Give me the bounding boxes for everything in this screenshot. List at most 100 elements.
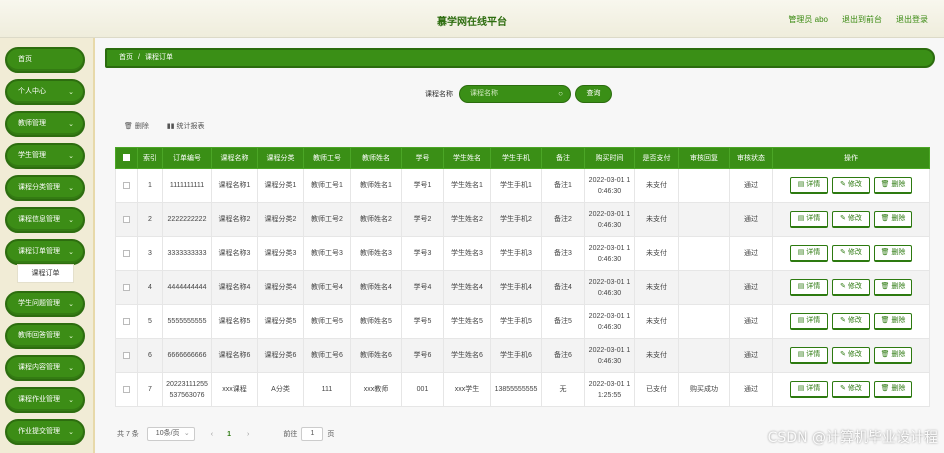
detail-button[interactable]: ▤ 详情 [790, 279, 828, 296]
delete-icon: 🗑 [880, 283, 892, 290]
breadcrumb-separator: / [138, 54, 140, 61]
sidebar-item-0[interactable]: 首页 [5, 47, 85, 73]
sidebar-item-label: 课程内容管理 [18, 364, 60, 371]
detail-button[interactable]: ▤ 详情 [790, 347, 828, 364]
column-header-0[interactable] [115, 147, 138, 169]
edit-button[interactable]: ✎ 修改 [832, 279, 870, 296]
delete-button[interactable]: 🗑 删除 [874, 211, 912, 228]
delete-button-label: 删除 [891, 385, 906, 392]
cell-teacher: 教师姓名2 [350, 202, 402, 237]
column-header-5: 教师工号 [303, 147, 351, 169]
cell-teacher-no: 111 [303, 372, 351, 407]
detail-button-label: 详情 [806, 351, 821, 358]
sidebar-item-6[interactable]: 课程订单管理 ⌄ [5, 239, 85, 265]
next-page-button[interactable]: › [247, 431, 249, 438]
row-checkbox[interactable] [123, 283, 130, 291]
sidebar-item-1[interactable]: 个人中心 ⌄ [5, 79, 85, 105]
sidebar-item-label: 个人中心 [18, 88, 46, 95]
goto-page-input[interactable]: 1 [301, 427, 324, 441]
search-bar: 课程名称 课程名称 ○ 查询 [425, 85, 612, 103]
select-all-checkbox[interactable] [123, 154, 130, 162]
row-checkbox-cell [115, 236, 138, 271]
row-checkbox[interactable] [123, 385, 130, 393]
column-header-15: 操作 [772, 147, 930, 169]
edit-button[interactable]: ✎ 修改 [832, 245, 870, 262]
cell-paid: 未支付 [634, 202, 679, 237]
back-to-front-link[interactable]: 退出到前台 [842, 14, 882, 25]
prev-page-button[interactable]: ‹ [211, 431, 213, 438]
delete-button[interactable]: 🗑 删除 [874, 245, 912, 262]
sidebar-item-11[interactable]: 作业提交管理 ⌄ [5, 419, 85, 445]
query-button[interactable]: 查询 [575, 85, 612, 103]
chevron-down-icon: ⌄ [68, 217, 74, 224]
edit-button[interactable]: ✎ 修改 [832, 211, 870, 228]
search-icon: ○ [558, 89, 563, 98]
delete-button[interactable]: 🗑 删除 [874, 313, 912, 330]
admin-user-link[interactable]: 管理员 abo [788, 14, 828, 25]
cell-idx: 3 [137, 236, 163, 271]
column-header-9: 学生手机 [490, 147, 542, 169]
sidebar-item-8[interactable]: 教师回答管理 ⌄ [5, 323, 85, 349]
cell-phone: 学生手机5 [490, 304, 542, 339]
cell-course: 课程名称1 [211, 168, 258, 203]
sidebar-item-9[interactable]: 课程内容管理 ⌄ [5, 355, 85, 381]
detail-button[interactable]: ▤ 详情 [790, 381, 828, 398]
row-checkbox[interactable] [123, 181, 130, 189]
search-placeholder: 课程名称 [470, 90, 498, 97]
cell-paid: 未支付 [634, 338, 679, 373]
trash-icon: 🗑 [124, 123, 135, 130]
main-content: 首页 / 课程订单 课程名称 课程名称 ○ 查询 🗑 删除 ▮▮ 统计报表 索引 订单… [95, 38, 944, 453]
sidebar-item-5[interactable]: 课程信息管理 ⌄ [5, 207, 85, 233]
cell-time: 2022-03-01 10:46:30 [584, 236, 635, 271]
cell-teacher-no: 教师工号6 [303, 338, 351, 373]
csdn-watermark: CSDN @计算机毕业设计程 [767, 430, 938, 446]
detail-button[interactable]: ▤ 详情 [790, 313, 828, 330]
cell-order: 5555555555 [162, 304, 212, 339]
edit-icon: ✎ [840, 215, 848, 222]
edit-button[interactable]: ✎ 修改 [832, 313, 870, 330]
cell-paid: 未支付 [634, 168, 679, 203]
sidebar-item-3[interactable]: 学生管理 ⌄ [5, 143, 85, 169]
row-actions: ▤ 详情 ✎ 修改 🗑 删除 [772, 304, 930, 339]
cell-category: 课程分类5 [257, 304, 304, 339]
row-checkbox[interactable] [123, 351, 130, 359]
page-size-select[interactable]: 10条/页 ⌄ [146, 427, 195, 441]
sidebar-item-7[interactable]: 学生问题管理 ⌄ [5, 291, 85, 317]
detail-button[interactable]: ▤ 详情 [790, 177, 828, 194]
batch-delete-button[interactable]: 🗑 删除 [124, 121, 149, 131]
current-page[interactable]: 1 [227, 431, 231, 438]
breadcrumb-home[interactable]: 首页 [119, 54, 133, 61]
sidebar-item-label: 作业提交管理 [18, 428, 60, 435]
cell-reply [678, 338, 730, 373]
cell-order: 6666666666 [162, 338, 212, 373]
edit-button-label: 修改 [847, 283, 862, 290]
logout-link[interactable]: 退出登录 [896, 14, 928, 25]
edit-button[interactable]: ✎ 修改 [832, 381, 870, 398]
edit-button[interactable]: ✎ 修改 [832, 177, 870, 194]
sidebar-item-2[interactable]: 教师管理 ⌄ [5, 111, 85, 137]
delete-button[interactable]: 🗑 删除 [874, 347, 912, 364]
cell-student-no: 学号4 [401, 270, 444, 305]
delete-button[interactable]: 🗑 删除 [874, 381, 912, 398]
row-checkbox[interactable] [123, 215, 130, 223]
cell-teacher: 教师姓名3 [350, 236, 402, 271]
cell-teacher-no: 教师工号1 [303, 168, 351, 203]
delete-button[interactable]: 🗑 删除 [874, 279, 912, 296]
edit-button[interactable]: ✎ 修改 [832, 347, 870, 364]
sidebar-item-10[interactable]: 课程作业管理 ⌄ [5, 387, 85, 413]
statistics-report-button[interactable]: ▮▮ 统计报表 [167, 121, 205, 131]
sidebar-subitem-course-orders[interactable]: 课程订单 [17, 264, 74, 283]
cell-order: 3333333333 [162, 236, 212, 271]
sidebar-item-4[interactable]: 课程分类管理 ⌄ [5, 175, 85, 201]
detail-button[interactable]: ▤ 详情 [790, 211, 828, 228]
row-checkbox[interactable] [123, 317, 130, 325]
cell-category: 课程分类6 [257, 338, 304, 373]
cell-category: A分类 [257, 372, 304, 407]
delete-button[interactable]: 🗑 删除 [874, 177, 912, 194]
row-checkbox[interactable] [123, 249, 130, 257]
column-header-14: 审核状态 [729, 147, 773, 169]
course-name-search-input[interactable]: 课程名称 ○ [459, 85, 571, 103]
cell-time: 2022-03-01 10:46:30 [584, 202, 635, 237]
detail-button[interactable]: ▤ 详情 [790, 245, 828, 262]
cell-paid: 未支付 [634, 270, 679, 305]
